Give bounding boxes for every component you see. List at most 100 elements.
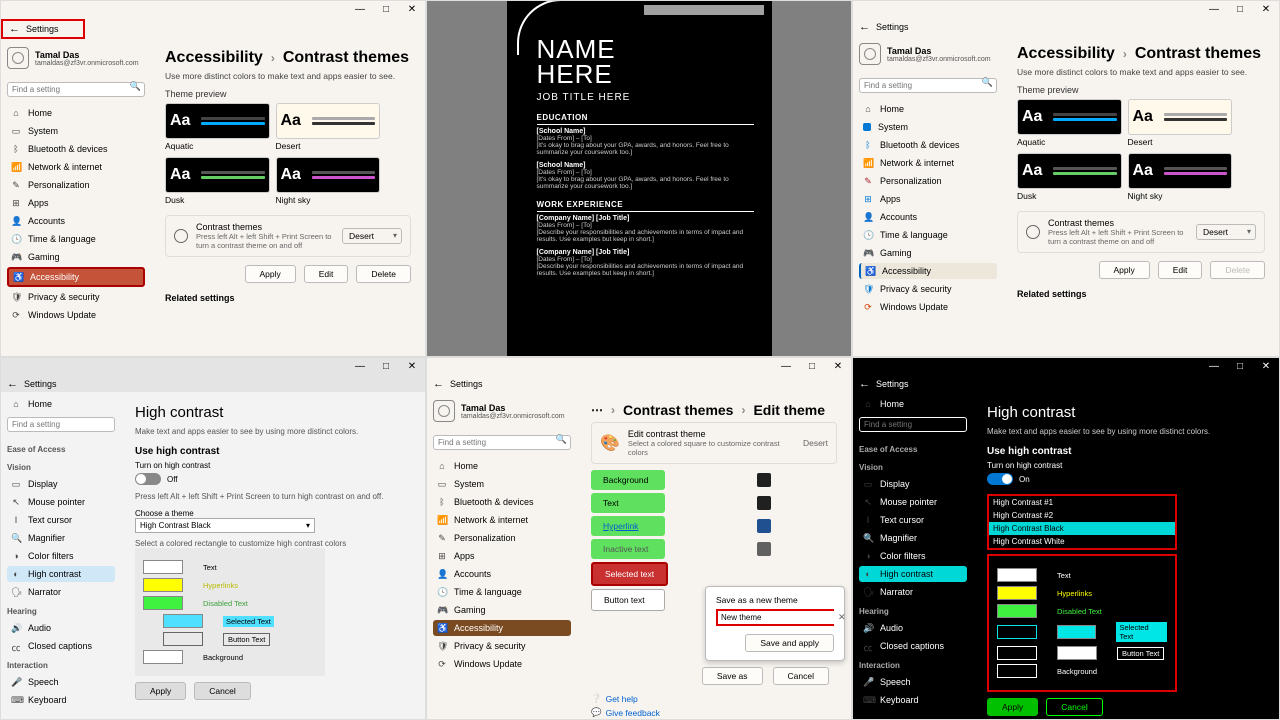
- nav-narrator[interactable]: 🗣Narrator: [7, 584, 115, 600]
- cancel-button[interactable]: Cancel: [773, 667, 829, 685]
- nav-privacy[interactable]: 🛡Privacy & security: [433, 638, 571, 654]
- nav-personalization[interactable]: ✎Personalization: [859, 173, 997, 189]
- theme-name-input[interactable]: ✕: [716, 609, 834, 626]
- save-and-apply-button[interactable]: Save and apply: [745, 634, 834, 652]
- theme-aquatic[interactable]: AaAquatic: [1017, 99, 1122, 147]
- nav-magnifier[interactable]: 🔍Magnifier: [859, 530, 967, 546]
- swatch-selected-bg[interactable]: [997, 625, 1037, 639]
- nav-system[interactable]: ▭System: [433, 476, 571, 492]
- nav-narrator[interactable]: 🗣Narrator: [859, 584, 967, 600]
- nav-closed-captions[interactable]: ㏄Closed captions: [859, 638, 967, 654]
- high-contrast-toggle[interactable]: [987, 473, 1013, 485]
- nav-accessibility[interactable]: ♿Accessibility: [859, 263, 997, 279]
- edit-button[interactable]: Edit: [1158, 261, 1203, 279]
- nav-speech[interactable]: 🎤Speech: [859, 674, 967, 690]
- theme-dusk[interactable]: AaDusk: [1017, 153, 1122, 201]
- nav-magnifier[interactable]: 🔍Magnifier: [7, 530, 115, 546]
- nav-text-cursor[interactable]: IText cursor: [7, 512, 115, 528]
- nav-mouse-pointer[interactable]: ↖Mouse pointer: [7, 494, 115, 510]
- nav-apps[interactable]: ⊞Apps: [433, 548, 571, 564]
- nav-keyboard[interactable]: ⌨Keyboard: [859, 692, 967, 708]
- color-button-text[interactable]: Button text: [591, 589, 665, 611]
- swatch-selected[interactable]: [163, 614, 203, 628]
- theme-dusk[interactable]: AaDusk: [165, 157, 270, 205]
- nav-home[interactable]: ⌂Home: [7, 396, 115, 412]
- search-input[interactable]: 🔍: [7, 79, 145, 97]
- nav-network[interactable]: 📶Network & internet: [7, 159, 145, 175]
- give-feedback[interactable]: 💬Give feedback: [591, 707, 837, 718]
- swatch-hyperlinks[interactable]: [997, 586, 1037, 600]
- color-background[interactable]: Background: [591, 470, 665, 490]
- maximize-button[interactable]: □: [1235, 362, 1245, 372]
- nav-accounts[interactable]: 👤Accounts: [7, 213, 145, 229]
- nav-accessibility[interactable]: ♿Accessibility: [433, 620, 571, 636]
- nav-time[interactable]: 🕓Time & language: [433, 584, 571, 600]
- nav-text-cursor[interactable]: IText cursor: [859, 512, 967, 528]
- swatch-text[interactable]: [997, 568, 1037, 582]
- nav-accounts[interactable]: 👤Accounts: [433, 566, 571, 582]
- theme-combo[interactable]: Desert: [1196, 224, 1256, 240]
- theme-list[interactable]: High Contrast #1 High Contrast #2 High C…: [987, 494, 1177, 550]
- theme-nightsky[interactable]: AaNight sky: [276, 157, 381, 205]
- nav-bluetooth[interactable]: ᛒBluetooth & devices: [433, 494, 571, 510]
- minimize-button[interactable]: —: [1209, 362, 1219, 372]
- delete-button[interactable]: Delete: [1210, 261, 1265, 279]
- nav-display[interactable]: ▭Display: [859, 476, 967, 492]
- close-button[interactable]: ✕: [833, 362, 843, 372]
- nav-color-filters[interactable]: ◑Color filters: [7, 548, 115, 564]
- swatch-hyperlinks[interactable]: [143, 578, 183, 592]
- nav-windows-update[interactable]: ⟳Windows Update: [433, 656, 571, 672]
- nav-high-contrast[interactable]: ◐High contrast: [859, 566, 967, 582]
- nav-closed-captions[interactable]: ㏄Closed captions: [7, 638, 115, 654]
- swatch-text[interactable]: [143, 560, 183, 574]
- apply-button[interactable]: Apply: [245, 265, 296, 283]
- back-settings[interactable]: ←Settings: [427, 376, 851, 392]
- close-button[interactable]: ✕: [407, 5, 417, 15]
- search-input[interactable]: 🔍: [859, 75, 997, 93]
- edit-button[interactable]: Edit: [304, 265, 349, 283]
- delete-button[interactable]: Delete: [356, 265, 411, 283]
- swatch-disabled[interactable]: [143, 596, 183, 610]
- maximize-button[interactable]: □: [381, 5, 391, 15]
- nav-privacy[interactable]: 🛡Privacy & security: [859, 281, 997, 297]
- nav-home[interactable]: ⌂Home: [433, 458, 571, 474]
- user-profile[interactable]: Tamal Dastamaldas@zf3vr.onmicrosoft.com: [859, 39, 997, 73]
- sq-bg[interactable]: [757, 473, 771, 487]
- nav-system[interactable]: ▭System: [7, 123, 145, 139]
- theme-option-selected[interactable]: High Contrast Black: [989, 522, 1175, 535]
- nav-windows-update[interactable]: ⟳Windows Update: [859, 299, 997, 315]
- nav-gaming[interactable]: 🎮Gaming: [433, 602, 571, 618]
- swatch-selected[interactable]: [1057, 625, 1097, 639]
- theme-option[interactable]: High Contrast #2: [989, 509, 1175, 522]
- minimize-button[interactable]: —: [1209, 5, 1219, 15]
- back-settings[interactable]: ← Settings: [1, 19, 85, 39]
- nav-high-contrast[interactable]: ◐High contrast: [7, 566, 115, 582]
- high-contrast-toggle[interactable]: [135, 473, 161, 485]
- saveas-button[interactable]: Save as: [702, 667, 763, 685]
- cancel-button[interactable]: Cancel: [194, 682, 250, 700]
- nav-personalization[interactable]: ✎Personalization: [433, 530, 571, 546]
- nav-gaming[interactable]: 🎮Gaming: [7, 249, 145, 265]
- apply-button[interactable]: Apply: [135, 682, 186, 700]
- user-profile[interactable]: Tamal Dastamaldas@zf3vr.onmicrosoft.com: [433, 396, 571, 430]
- nav-network[interactable]: 📶Network & internet: [433, 512, 571, 528]
- nav-gaming[interactable]: 🎮Gaming: [859, 245, 997, 261]
- minimize-button[interactable]: —: [781, 362, 791, 372]
- sq-inact[interactable]: [757, 542, 771, 556]
- cancel-button[interactable]: Cancel: [1046, 698, 1102, 716]
- nav-apps[interactable]: ⊞Apps: [7, 195, 145, 211]
- theme-nightsky[interactable]: AaNight sky: [1128, 153, 1233, 201]
- close-button[interactable]: ✕: [1261, 5, 1271, 15]
- back-settings[interactable]: ← Settings: [853, 19, 1279, 35]
- nav-home[interactable]: ⌂Home: [7, 105, 145, 121]
- search-input[interactable]: [859, 414, 967, 432]
- clear-icon[interactable]: ✕: [834, 612, 850, 623]
- user-profile[interactable]: Tamal Dastamaldas@zf3vr.onmicrosoft.com: [7, 43, 145, 77]
- search-input[interactable]: 🔍: [433, 432, 571, 450]
- swatch-background[interactable]: [997, 664, 1037, 678]
- close-button[interactable]: ✕: [1261, 362, 1271, 372]
- color-text[interactable]: Text: [591, 493, 665, 513]
- color-inactive[interactable]: Inactive text: [591, 539, 665, 559]
- sq-txt[interactable]: [757, 496, 771, 510]
- theme-combo[interactable]: Desert: [342, 228, 402, 244]
